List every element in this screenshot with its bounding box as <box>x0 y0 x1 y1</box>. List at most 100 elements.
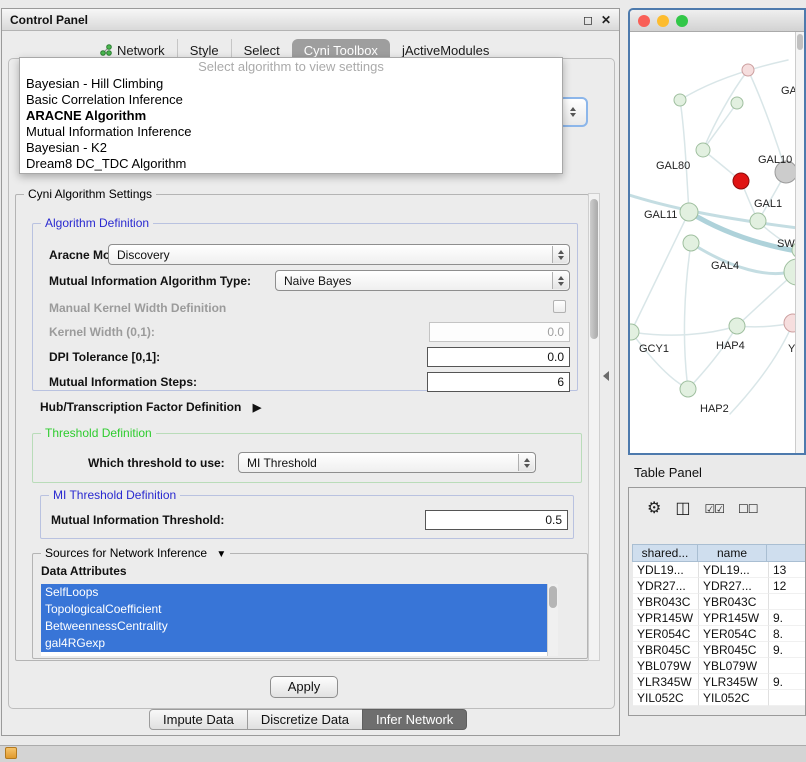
network-node[interactable] <box>683 235 699 251</box>
tab-discretize-data[interactable]: Discretize Data <box>247 709 363 730</box>
node-label: HAP4 <box>716 340 745 352</box>
taskbar-icon[interactable] <box>5 747 17 759</box>
network-edge[interactable] <box>631 212 689 332</box>
scrollbar-thumb[interactable] <box>549 586 557 608</box>
algorithm-definition-group: Algorithm Definition Aracne Mode: Discov… <box>32 223 578 391</box>
node-label: GAL4 <box>711 260 739 272</box>
table-row[interactable]: YIL052CYIL052C <box>633 690 806 706</box>
network-node[interactable] <box>696 143 710 157</box>
tab-impute-data[interactable]: Impute Data <box>149 709 248 730</box>
table-row[interactable]: YBL079WYBL079W <box>633 658 806 674</box>
mac-zoom-button[interactable] <box>676 15 688 27</box>
network-node[interactable] <box>680 203 698 221</box>
table-row[interactable]: YDR27...YDR27...12 <box>633 578 806 594</box>
network-edge[interactable] <box>730 323 793 414</box>
algorithm-option[interactable]: Bayesian - K2 <box>20 140 562 156</box>
network-edge[interactable] <box>688 326 737 389</box>
settings-scrollbar[interactable] <box>588 193 600 661</box>
tab-infer-network[interactable]: Infer Network <box>362 709 467 730</box>
attribute-item[interactable]: gal4RGexp <box>41 635 547 652</box>
table-cell: YLR345W <box>699 674 769 690</box>
table-row[interactable]: YER054CYER054C8. <box>633 626 806 642</box>
network-node[interactable] <box>733 173 749 189</box>
hub-section-header[interactable]: Hub/Transcription Factor Definition ▶ <box>40 400 261 414</box>
algorithm-option[interactable]: Mutual Information Inference <box>20 124 562 140</box>
network-node[interactable] <box>784 314 795 332</box>
which-threshold-value: MI Threshold <box>247 456 317 470</box>
mi-threshold-label: Mutual Information Threshold: <box>51 513 224 527</box>
mi-threshold-field[interactable]: 0.5 <box>425 510 568 530</box>
table-row[interactable]: YDL19...YDL19...13 <box>633 562 806 578</box>
manual-kernel-checkbox[interactable] <box>553 300 566 313</box>
scrollbar-thumb[interactable] <box>797 34 803 50</box>
table-panel-window: ⚙ ◫ ☑☑ ☐☐ shared...name YDL19...YDL19...… <box>628 487 806 716</box>
tab-label: Style <box>190 43 219 58</box>
mi-steps-field[interactable]: 6 <box>427 372 570 392</box>
network-node[interactable] <box>731 97 743 109</box>
network-node[interactable] <box>680 381 696 397</box>
attribute-item[interactable]: TopologicalCoefficient <box>41 601 547 618</box>
network-node[interactable] <box>729 318 745 334</box>
gear-icon[interactable]: ⚙ <box>647 494 661 524</box>
threshold-definition-title: Threshold Definition <box>41 426 156 441</box>
which-threshold-label: Which threshold to use: <box>88 456 225 470</box>
float-window-icon[interactable]: ◻ <box>583 13 593 27</box>
scrollbar-thumb[interactable] <box>590 199 598 339</box>
mac-minimize-button[interactable] <box>657 15 669 27</box>
algorithm-option[interactable]: Dream8 DC_TDC Algorithm <box>20 156 562 172</box>
columns-icon[interactable]: ◫ <box>675 494 690 524</box>
which-threshold-combo[interactable]: MI Threshold <box>238 452 536 473</box>
column-header[interactable] <box>766 544 806 562</box>
dpi-tolerance-field[interactable]: 0.0 <box>427 347 570 367</box>
deselect-all-icon[interactable]: ☐☐ <box>738 494 758 524</box>
node-label: GAL1 <box>754 198 782 210</box>
attributes-scrollbar[interactable] <box>547 584 558 656</box>
mac-close-button[interactable] <box>638 15 650 27</box>
node-label: Y <box>788 343 795 355</box>
algorithm-option[interactable]: ARACNE Algorithm <box>20 108 562 124</box>
algorithm-option[interactable]: Bayesian - Hill Climbing <box>20 76 562 92</box>
table-cell: YER054C <box>699 626 769 642</box>
attribute-item[interactable]: SelfLoops <box>41 584 547 601</box>
network-node[interactable] <box>750 213 766 229</box>
control-panel-titlebar[interactable]: Control Panel ◻ ✕ <box>2 9 619 31</box>
network-edge[interactable] <box>680 100 689 212</box>
network-edge[interactable] <box>703 70 748 150</box>
network-edge[interactable] <box>703 103 737 150</box>
mi-type-combo[interactable]: Naive Bayes <box>275 270 570 291</box>
network-window-titlebar[interactable] <box>630 10 804 32</box>
table-row[interactable]: YLR345WYLR345W9. <box>633 674 806 690</box>
network-node[interactable] <box>674 94 686 106</box>
manual-kernel-label: Manual Kernel Width Definition <box>49 301 226 315</box>
network-edge[interactable] <box>684 243 691 389</box>
network-node[interactable] <box>630 324 639 340</box>
network-canvas[interactable]: GAL80GAL10GAL11GAL1SWI4GAL4GCY1HAP4HAP2Y… <box>630 32 804 453</box>
network-edge[interactable] <box>680 60 788 100</box>
table-row[interactable]: YPR145WYPR145W9. <box>633 610 806 626</box>
table-cell: 9. <box>769 642 806 658</box>
data-attributes-label: Data Attributes <box>41 564 127 578</box>
sources-header[interactable]: Sources for Network Inference ▼ <box>41 546 230 562</box>
table-row[interactable]: YBR043CYBR043C <box>633 594 806 610</box>
network-edge[interactable] <box>631 332 688 389</box>
column-header[interactable]: name <box>697 544 767 562</box>
apply-button[interactable]: Apply <box>270 676 338 698</box>
table-body: YDL19...YDL19...13YDR27...YDR27...12YBR0… <box>633 562 806 706</box>
select-all-icon[interactable]: ☑☑ <box>704 494 724 524</box>
attribute-item[interactable]: BetweennessCentrality <box>41 618 547 635</box>
algorithm-option[interactable]: Basic Correlation Inference <box>20 92 562 108</box>
cyni-mode-tabs: Impute Data Discretize Data Infer Networ… <box>149 709 467 730</box>
table-row[interactable]: YBR045CYBR045C9. <box>633 642 806 658</box>
panel-collapse-arrow[interactable] <box>603 371 609 381</box>
table-cell: YBR045C <box>633 642 699 658</box>
kernel-width-field[interactable]: 0.0 <box>429 322 570 342</box>
table-cell: YIL052C <box>633 690 699 706</box>
column-header[interactable]: shared... <box>632 544 698 562</box>
network-node[interactable] <box>742 64 754 76</box>
node-label: SWI4 <box>777 238 795 250</box>
node-label: GAL80 <box>656 160 690 172</box>
network-scrollbar[interactable] <box>795 32 804 453</box>
close-icon[interactable]: ✕ <box>601 13 611 27</box>
aracne-mode-combo[interactable]: Discovery <box>108 244 570 265</box>
table-cell <box>769 658 806 674</box>
